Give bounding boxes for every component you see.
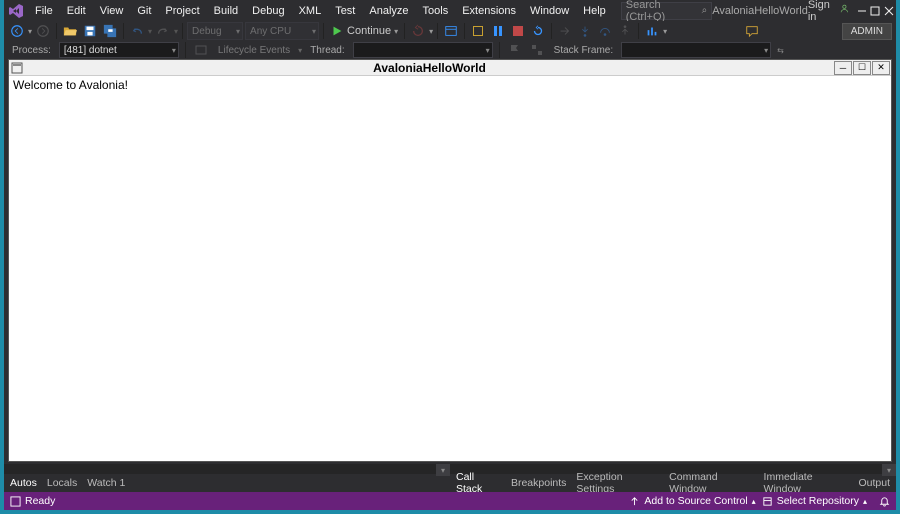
app-body: Welcome to Avalonia! bbox=[9, 76, 891, 461]
bottom-left-pane: ▾ Autos Locals Watch 1 bbox=[4, 464, 450, 492]
bottom-right-pane: ▾ Call StackBreakpointsException Setting… bbox=[450, 464, 896, 492]
app-window-title: AvaloniaHelloWorld bbox=[25, 61, 834, 75]
pause-icon[interactable] bbox=[489, 22, 507, 40]
tab-output[interactable]: Output bbox=[858, 477, 890, 489]
restart-icon[interactable] bbox=[529, 22, 547, 40]
solution-title: AvaloniaHelloWorld bbox=[712, 5, 808, 17]
maximize-button[interactable] bbox=[868, 2, 882, 20]
stack-frame-label: Stack Frame: bbox=[550, 45, 617, 56]
thread-label: Thread: bbox=[306, 45, 348, 56]
config-debug-dropdown[interactable]: Debug bbox=[187, 22, 243, 40]
flag-icon bbox=[506, 41, 524, 59]
app-icon bbox=[11, 62, 23, 74]
minimize-button[interactable] bbox=[855, 2, 869, 20]
bottom-left-tabs: Autos Locals Watch 1 bbox=[4, 474, 450, 492]
menu-analyze[interactable]: Analyze bbox=[362, 3, 415, 19]
app-window: AvaloniaHelloWorld ─ ☐ ✕ Welcome to Aval… bbox=[8, 59, 892, 462]
app-window-titlebar: AvaloniaHelloWorld ─ ☐ ✕ bbox=[9, 60, 891, 76]
scroll-button[interactable]: ▾ bbox=[882, 464, 896, 476]
sign-in-link[interactable]: Sign in bbox=[808, 0, 830, 23]
menu-test[interactable]: Test bbox=[328, 3, 362, 19]
undo-icon bbox=[128, 22, 146, 40]
app-minimize-button[interactable]: ─ bbox=[834, 61, 852, 75]
redo-icon bbox=[154, 22, 172, 40]
add-to-source-control[interactable]: Add to Source Control ▴ bbox=[629, 495, 755, 507]
lifecycle-events-icon bbox=[192, 41, 210, 59]
nav-forward-button bbox=[34, 22, 52, 40]
select-repository[interactable]: Select Repository ▴ bbox=[762, 495, 867, 507]
menu-tools[interactable]: Tools bbox=[416, 3, 456, 19]
status-ready: Ready bbox=[10, 495, 55, 507]
admin-badge: ADMIN bbox=[842, 23, 892, 40]
menu-build[interactable]: Build bbox=[207, 3, 245, 19]
config-platform-dropdown[interactable]: Any CPU bbox=[245, 22, 319, 40]
close-button[interactable] bbox=[882, 2, 896, 20]
menu-bar: FileEditViewGitProjectBuildDebugXMLTestA… bbox=[4, 0, 896, 21]
browser-icon[interactable] bbox=[442, 22, 460, 40]
debug-location-toolbar: Process: [481] dotnet Lifecycle Events ▾… bbox=[4, 41, 896, 59]
tab-breakpoints[interactable]: Breakpoints bbox=[511, 477, 566, 489]
process-label: Process: bbox=[8, 45, 55, 56]
notifications-icon[interactable] bbox=[879, 496, 890, 507]
vs-logo-icon bbox=[8, 2, 24, 20]
tab-locals[interactable]: Locals bbox=[47, 477, 77, 489]
open-file-icon[interactable] bbox=[61, 22, 79, 40]
app-close-button[interactable]: ✕ bbox=[872, 61, 890, 75]
threads-icon bbox=[528, 41, 546, 59]
bottom-panes: ▾ Autos Locals Watch 1 ▾ Call StackBreakpo… bbox=[4, 464, 896, 492]
feedback-icon[interactable] bbox=[743, 22, 761, 40]
app-maximize-button[interactable]: ☐ bbox=[853, 61, 871, 75]
stop-icon[interactable] bbox=[509, 22, 527, 40]
save-icon[interactable] bbox=[81, 22, 99, 40]
process-dropdown[interactable]: [481] dotnet bbox=[59, 42, 179, 58]
menu-edit[interactable]: Edit bbox=[60, 3, 93, 19]
bottom-right-tabs: Call StackBreakpointsException SettingsC… bbox=[450, 474, 896, 492]
step-into-icon bbox=[576, 22, 594, 40]
status-bar: Ready Add to Source Control ▴ Select Rep… bbox=[4, 492, 896, 510]
scroll-button[interactable]: ▾ bbox=[436, 464, 450, 476]
diagnostic-tools-icon[interactable] bbox=[643, 22, 661, 40]
main-toolbar: ▾ ▾ ▾ Debug Any CPU Continue ▾ ▾ bbox=[4, 21, 896, 41]
welcome-text: Welcome to Avalonia! bbox=[13, 78, 128, 92]
stack-frame-dropdown[interactable] bbox=[621, 42, 771, 58]
menu-project[interactable]: Project bbox=[158, 3, 206, 19]
search-icon: ⌕ bbox=[702, 5, 708, 16]
search-placeholder: Search (Ctrl+Q) bbox=[626, 0, 702, 23]
tab-autos[interactable]: Autos bbox=[10, 477, 37, 489]
save-all-icon[interactable] bbox=[101, 22, 119, 40]
menu-file[interactable]: File bbox=[28, 3, 60, 19]
person-icon[interactable] bbox=[840, 4, 849, 18]
menu-extensions[interactable]: Extensions bbox=[455, 3, 523, 19]
step-over-icon bbox=[596, 22, 614, 40]
menu-xml[interactable]: XML bbox=[292, 3, 329, 19]
show-next-statement-icon bbox=[556, 22, 574, 40]
continue-button[interactable]: Continue ▾ bbox=[328, 22, 400, 40]
menu-debug[interactable]: Debug bbox=[245, 3, 291, 19]
hot-reload-icon bbox=[409, 22, 427, 40]
nav-back-button[interactable] bbox=[8, 22, 26, 40]
break-all-icon[interactable] bbox=[469, 22, 487, 40]
menu-view[interactable]: View bbox=[93, 3, 131, 19]
thread-dropdown[interactable] bbox=[353, 42, 493, 58]
lifecycle-label: Lifecycle Events bbox=[214, 45, 294, 56]
search-box[interactable]: Search (Ctrl+Q) ⌕ bbox=[621, 2, 712, 20]
menu-help[interactable]: Help bbox=[576, 3, 613, 19]
step-out-icon bbox=[616, 22, 634, 40]
menu-git[interactable]: Git bbox=[130, 3, 158, 19]
tab-watch-1[interactable]: Watch 1 bbox=[87, 477, 125, 489]
menu-window[interactable]: Window bbox=[523, 3, 576, 19]
